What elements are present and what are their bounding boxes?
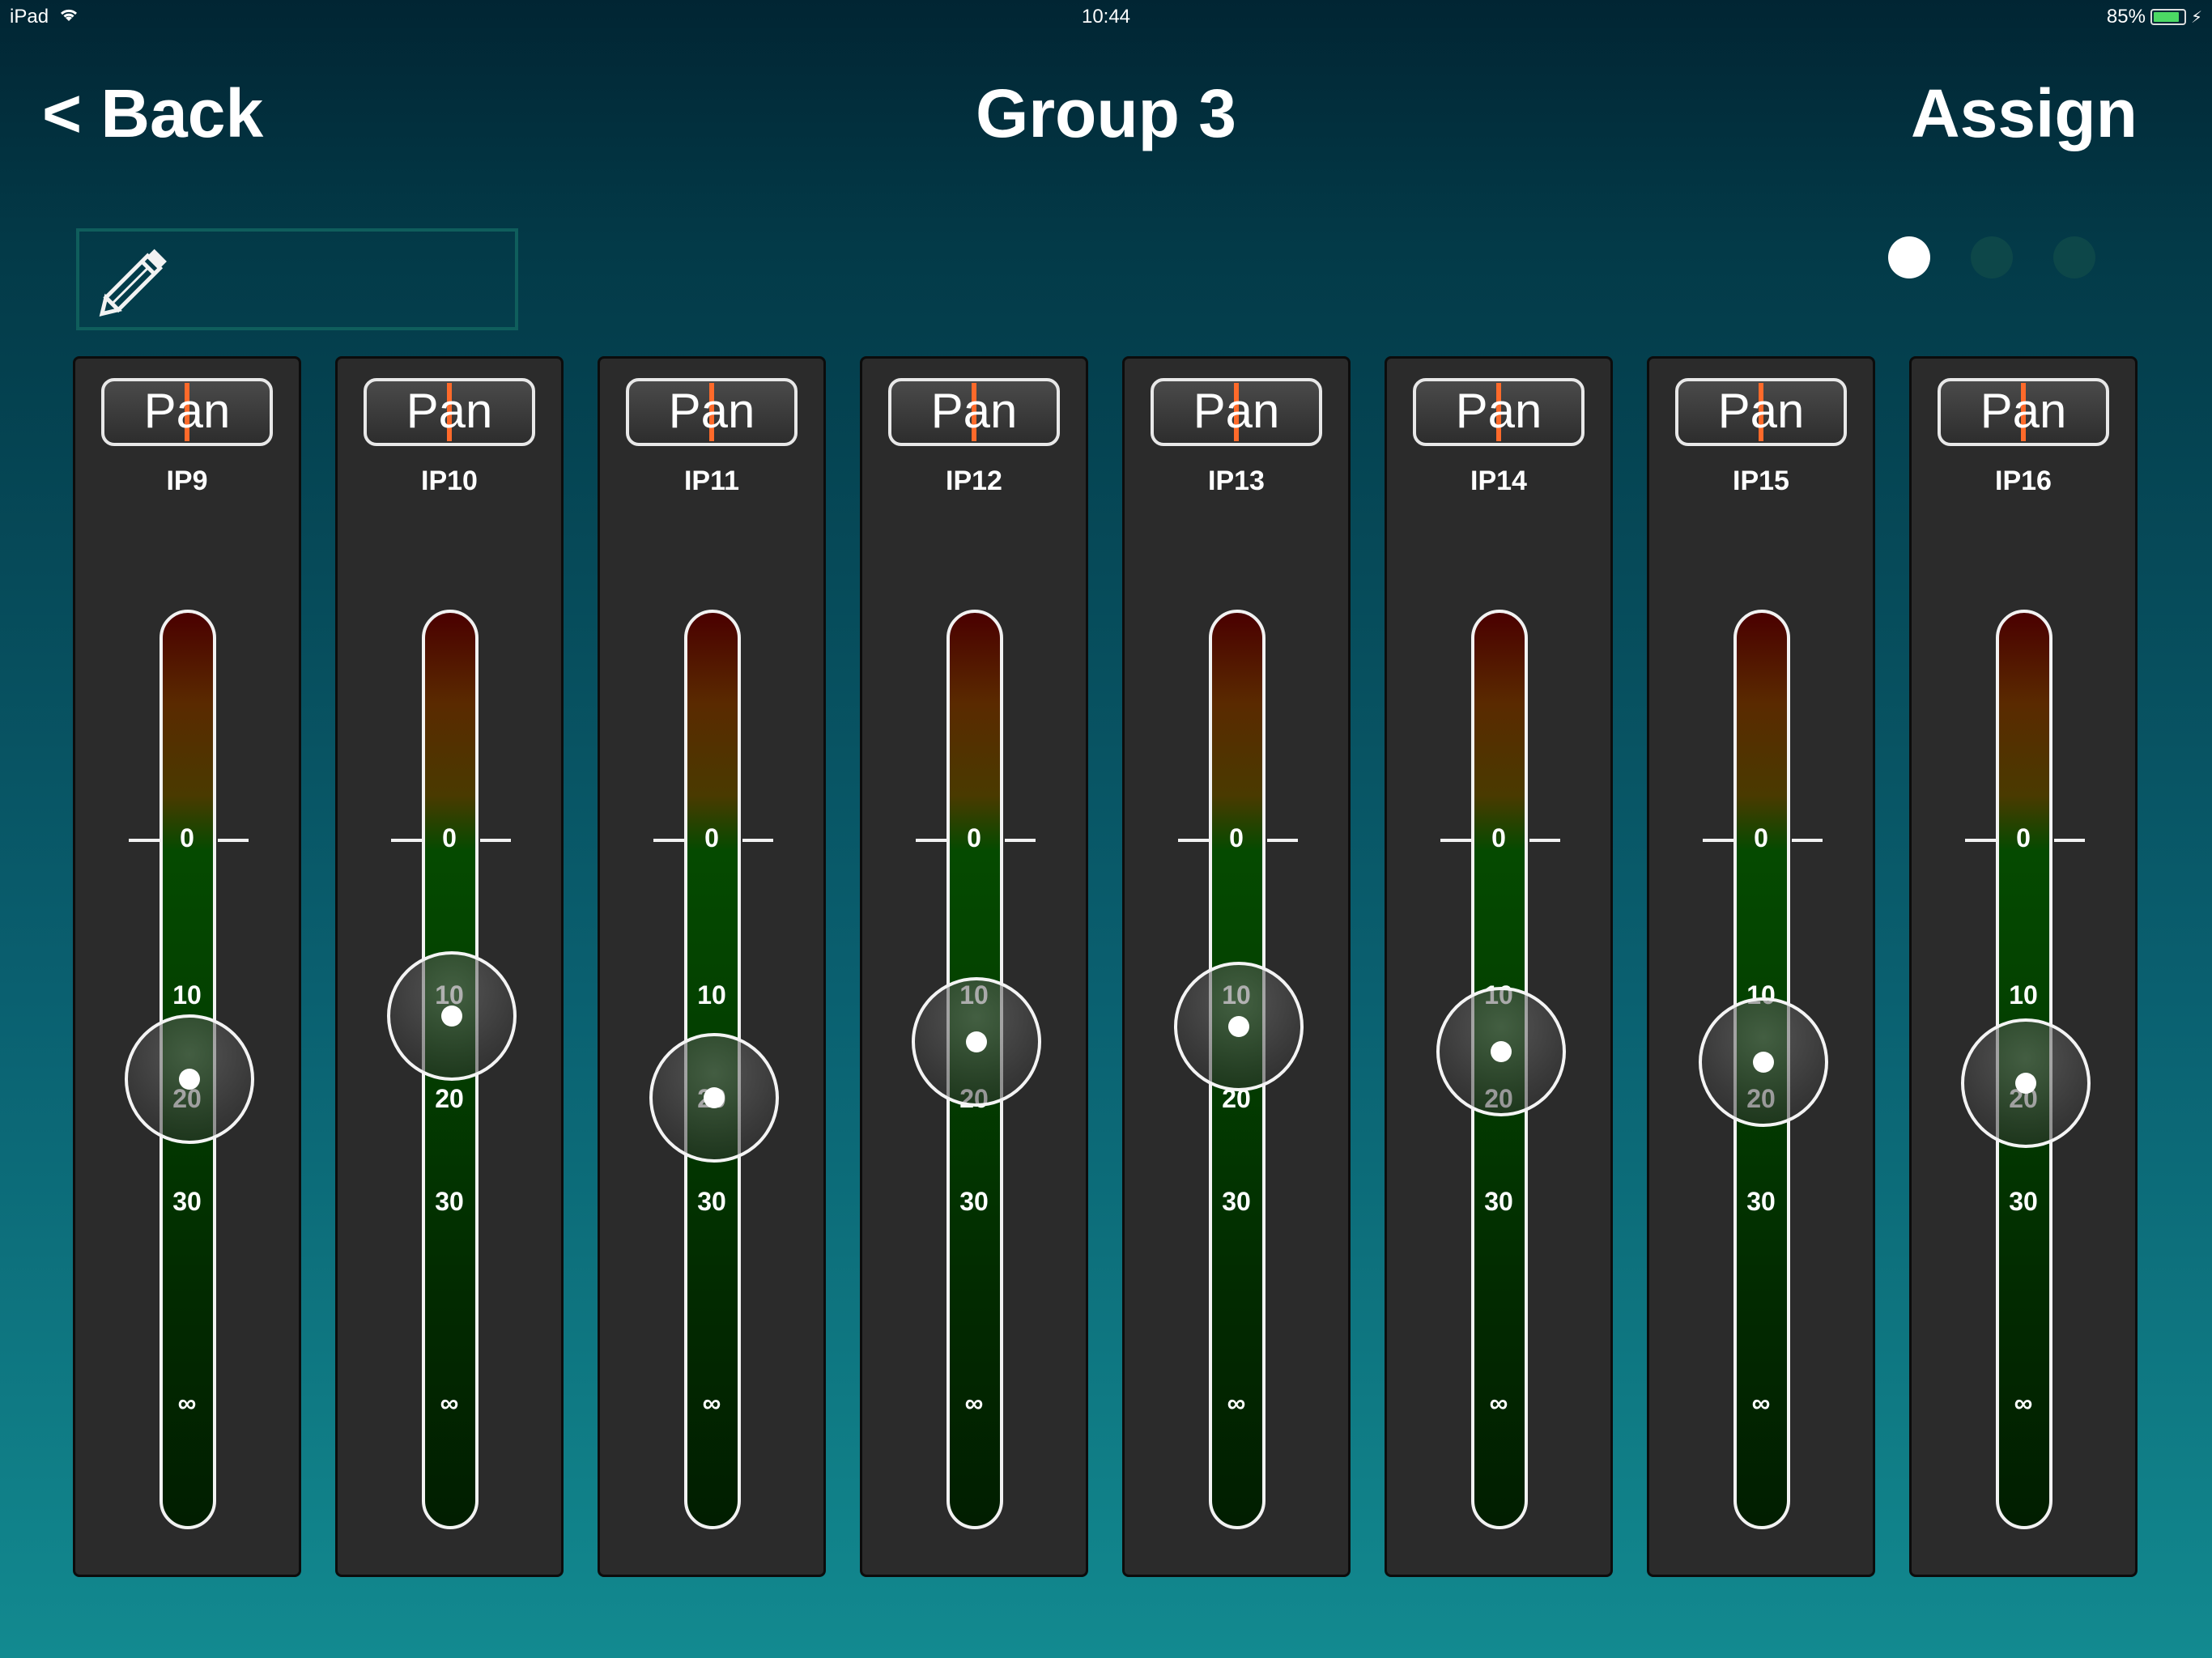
pan-button[interactable]: Pan — [888, 378, 1060, 446]
fader-knob[interactable] — [125, 1014, 254, 1145]
unity-tick-left — [1965, 839, 1996, 842]
group-name-field[interactable] — [76, 228, 518, 330]
channel-strip: PanIP90102030∞ — [73, 356, 301, 1577]
channel-name: IP14 — [1470, 466, 1527, 496]
pan-button-label: Pan — [143, 384, 231, 438]
fader-knob-dot — [966, 1031, 987, 1052]
pan-button[interactable]: Pan — [1675, 378, 1847, 446]
unity-tick-left — [1178, 839, 1209, 842]
channel-strip: PanIP140102030∞ — [1385, 356, 1613, 1577]
fader-knob-dot — [1491, 1041, 1512, 1063]
pan-button[interactable]: Pan — [1151, 378, 1322, 446]
status-right: 85% ⚡ — [2107, 6, 2202, 28]
fader-knob-dot — [179, 1069, 200, 1090]
battery-icon — [2150, 9, 2186, 25]
battery-percent: 85% — [2106, 6, 2146, 28]
unity-tick-right — [1005, 839, 1036, 842]
unity-tick-left — [391, 839, 422, 842]
fader-knob-dot — [441, 1005, 462, 1027]
pan-button-label: Pan — [930, 384, 1018, 438]
unity-tick-right — [1267, 839, 1298, 842]
unity-tick-left — [129, 839, 160, 842]
pencil-icon — [99, 249, 167, 317]
status-time: 10:44 — [1081, 6, 1131, 28]
fader-knob[interactable] — [1699, 997, 1828, 1127]
fader-knob[interactable] — [912, 976, 1041, 1107]
unity-tick-left — [1703, 839, 1733, 842]
pan-button-label: Pan — [1980, 384, 2067, 438]
fader-knob[interactable] — [1436, 987, 1566, 1117]
page-indicator — [1888, 236, 2095, 278]
unity-tick-right — [2054, 839, 2085, 842]
fader-knob[interactable] — [649, 1033, 779, 1163]
fader-knob[interactable] — [1961, 1018, 2091, 1149]
channel-name: IP11 — [683, 466, 740, 496]
assign-button[interactable]: Assign — [1911, 74, 2138, 153]
pan-button-label: Pan — [1455, 384, 1542, 438]
pan-button-label: Pan — [406, 384, 493, 438]
pan-button-label: Pan — [668, 384, 755, 438]
channel-strip: PanIP100102030∞ — [335, 356, 564, 1577]
channel-name: IP12 — [946, 466, 1002, 496]
status-bar: iPad 10:44 85% ⚡ — [0, 0, 2212, 36]
back-button[interactable]: < Back — [42, 74, 263, 153]
channel-strip: PanIP130102030∞ — [1122, 356, 1351, 1577]
unity-tick-right — [480, 839, 511, 842]
pan-button-label: Pan — [1717, 384, 1805, 438]
pan-button[interactable]: Pan — [1938, 378, 2109, 446]
unity-tick-right — [742, 839, 773, 842]
fader-knob-dot — [2015, 1073, 2036, 1095]
channel-strip: PanIP160102030∞ — [1909, 356, 2138, 1577]
channel-name: IP15 — [1733, 466, 1789, 496]
channel-name: IP10 — [421, 466, 478, 496]
charging-bolt-icon: ⚡ — [2190, 8, 2202, 27]
unity-tick-left — [1440, 839, 1471, 842]
channel-name: IP16 — [1995, 466, 2052, 496]
page-dot-2[interactable] — [1971, 236, 2013, 278]
pan-button[interactable]: Pan — [364, 378, 535, 446]
pan-button[interactable]: Pan — [626, 378, 798, 446]
page-dot-1[interactable] — [1888, 236, 1930, 278]
page-dot-3[interactable] — [2053, 236, 2095, 278]
channel-strip: PanIP150102030∞ — [1647, 356, 1875, 1577]
channel-name: IP9 — [166, 466, 208, 496]
pan-button[interactable]: Pan — [1413, 378, 1585, 446]
fader-knob-dot — [704, 1087, 725, 1109]
fader-knob-dot — [1753, 1051, 1774, 1073]
fader-knob-dot — [1228, 1015, 1249, 1037]
unity-tick-right — [1529, 839, 1560, 842]
unity-tick-right — [1792, 839, 1823, 842]
channel-name: IP13 — [1208, 466, 1265, 496]
channel-strip: PanIP110102030∞ — [598, 356, 826, 1577]
channel-strip: PanIP120102030∞ — [860, 356, 1088, 1577]
channel-strips: PanIP90102030∞PanIP100102030∞PanIP110102… — [73, 356, 2139, 1577]
unity-tick-right — [218, 839, 249, 842]
pan-button[interactable]: Pan — [101, 378, 273, 446]
page-title: Group 3 — [975, 75, 1236, 151]
unity-tick-left — [653, 839, 684, 842]
fader-knob[interactable] — [387, 951, 517, 1082]
pan-button-label: Pan — [1193, 384, 1280, 438]
unity-tick-left — [916, 839, 946, 842]
fader-knob[interactable] — [1174, 961, 1304, 1091]
group-name-input[interactable] — [193, 248, 504, 314]
